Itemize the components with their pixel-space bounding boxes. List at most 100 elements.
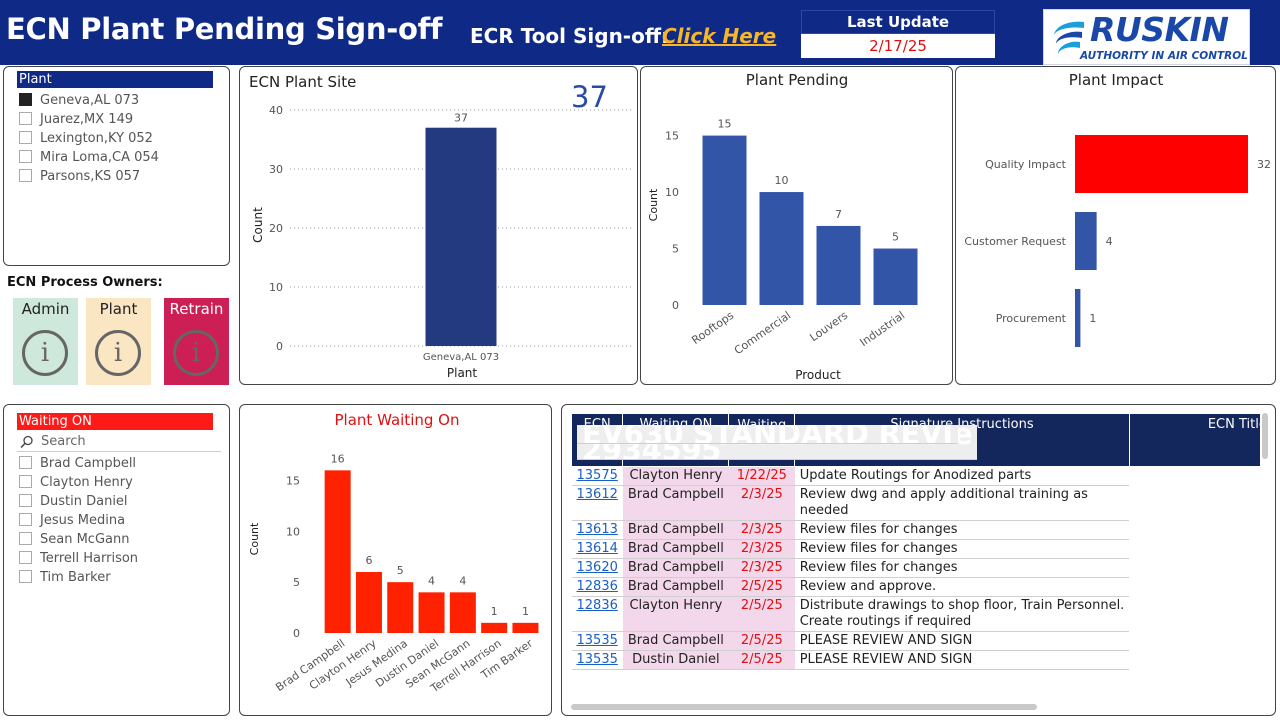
column-header[interactable]: ECN Title, D bbox=[1128, 413, 1260, 467]
waiting-slicer-item[interactable]: Clayton Henry bbox=[19, 473, 133, 492]
waiting-slicer-item[interactable]: Sean McGann bbox=[19, 530, 129, 549]
owner-button-retrain[interactable]: Retrain i bbox=[164, 298, 229, 385]
plant-pending-chart: Plant Pending 0 5 10 15 Count 15 Rooftops 10 Comm… bbox=[647, 71, 918, 382]
data-label: 15 bbox=[718, 118, 732, 131]
table-horizontal-scrollbar[interactable] bbox=[571, 704, 1037, 710]
y-tick-label: 40 bbox=[269, 104, 283, 117]
ecn-link[interactable]: 12836 bbox=[571, 596, 623, 632]
table-row[interactable]: 12836 Clayton Henry 2/5/25 Distribute drawi… bbox=[571, 425, 1261, 632]
bar[interactable] bbox=[759, 192, 804, 305]
search-icon bbox=[20, 435, 33, 449]
bar[interactable] bbox=[1075, 212, 1097, 270]
bar[interactable] bbox=[418, 592, 445, 633]
signature-instructions-cell: Review dwg and apply additional training… bbox=[794, 485, 1130, 521]
waiting-slicer-item[interactable]: Tim Barker bbox=[19, 568, 111, 587]
checkbox[interactable] bbox=[19, 551, 32, 564]
bar[interactable] bbox=[1075, 135, 1248, 193]
checkbox[interactable] bbox=[19, 93, 32, 106]
waiting-on-cell: Brad Campbell bbox=[622, 485, 729, 521]
last-update-label: Last Update bbox=[801, 10, 995, 34]
table-row[interactable]: 13620 Brad Campbell 2/3/25 Review files for… bbox=[571, 425, 1261, 578]
bar[interactable] bbox=[355, 572, 382, 633]
y-tick-label: Quality Impact bbox=[985, 158, 1067, 171]
plant-slicer-item[interactable]: Lexington,KY 052 bbox=[19, 129, 153, 148]
last-update-value: 2/17/25 bbox=[801, 34, 995, 58]
data-label: 6 bbox=[365, 554, 372, 567]
waiting-on-cell: Brad Campbell bbox=[622, 631, 729, 651]
ecn-link[interactable]: 13614 bbox=[571, 539, 623, 559]
waiting-slicer-item[interactable]: Jesus Medina bbox=[19, 511, 125, 530]
waiting-search-input[interactable]: Search bbox=[17, 434, 221, 452]
table-row[interactable]: 13612 Brad Campbell 2/3/25 Review dwg and a… bbox=[571, 425, 1261, 521]
logo-name: RUSKIN bbox=[1090, 10, 1229, 49]
bar[interactable] bbox=[816, 225, 861, 305]
bar[interactable] bbox=[387, 582, 414, 633]
ecn-link[interactable]: 12836 bbox=[571, 577, 623, 597]
plant-slicer-item[interactable]: Mira Loma,CA 054 bbox=[19, 148, 159, 167]
data-label: 7 bbox=[835, 208, 842, 221]
waiting-slicer-item-label: Clayton Henry bbox=[40, 475, 133, 490]
data-label: 32 bbox=[1257, 158, 1271, 171]
checkbox[interactable] bbox=[19, 494, 32, 507]
table-row[interactable]: 12836 Brad Campbell 2/5/25 Review and appro… bbox=[571, 425, 1261, 597]
owner-button-plant[interactable]: Plant i bbox=[86, 298, 151, 385]
bar[interactable] bbox=[449, 592, 476, 633]
table-row[interactable]: 13613 Brad Campbell 2/3/25 Review files for… bbox=[571, 425, 1261, 540]
waiting-slicer-item-label: Dustin Daniel bbox=[40, 494, 128, 509]
waiting-slicer-header: Waiting ON bbox=[17, 413, 213, 430]
checkbox[interactable] bbox=[19, 475, 32, 488]
ruskin-logo: RUSKIN AUTHORITY IN AIR CONTROL bbox=[1043, 9, 1250, 65]
waiting-since-cell: 2/5/25 bbox=[728, 577, 795, 597]
waiting-slicer-item-label: Tim Barker bbox=[40, 570, 111, 585]
data-label: 16 bbox=[331, 452, 345, 465]
ecn-link[interactable]: 13535 bbox=[571, 650, 623, 670]
table-row[interactable]: 13535 Dustin Daniel 2/5/25 PLEASE REVIEW AN… bbox=[571, 425, 1261, 670]
checkbox[interactable] bbox=[19, 532, 32, 545]
y-tick-label: 10 bbox=[269, 281, 283, 294]
ecn-link[interactable]: 13620 bbox=[571, 558, 623, 578]
plant-slicer-item[interactable]: Juarez,MX 149 bbox=[19, 110, 133, 129]
ecn-link[interactable]: 13612 bbox=[571, 485, 623, 521]
y-tick-label: 15 bbox=[286, 475, 300, 488]
bar[interactable] bbox=[1075, 289, 1081, 347]
owner-button-admin[interactable]: Admin i bbox=[13, 298, 78, 385]
data-label: 4 bbox=[428, 574, 435, 587]
bar[interactable] bbox=[512, 622, 539, 633]
ecn-link[interactable]: 13535 bbox=[571, 631, 623, 651]
table-row[interactable]: 13535 Brad Campbell 2/5/25 PLEASE REVIEW AN… bbox=[571, 425, 1261, 651]
header-bar: ECN Plant Pending Sign-off ECR Tool Sign… bbox=[0, 0, 1280, 65]
checkbox[interactable] bbox=[19, 131, 32, 144]
signature-instructions-cell: PLEASE REVIEW AND SIGN bbox=[794, 650, 1130, 670]
waiting-slicer-item[interactable]: Brad Campbell bbox=[19, 454, 136, 473]
last-update-card: Last Update 2/17/25 bbox=[801, 10, 995, 58]
checkbox[interactable] bbox=[19, 513, 32, 526]
waiting-slicer-item[interactable]: Dustin Daniel bbox=[19, 492, 128, 511]
info-icon: i bbox=[95, 330, 141, 376]
table-row[interactable]: 13575 Clayton Henry 1/22/25 Update Routings… bbox=[571, 425, 1261, 486]
signature-instructions-cell: Review files for changes bbox=[794, 558, 1130, 578]
ecr-signoff-link[interactable]: Click Here bbox=[662, 24, 776, 48]
checkbox[interactable] bbox=[19, 456, 32, 469]
ecn-link[interactable]: 13575 bbox=[571, 466, 623, 486]
table-row[interactable]: 13614 Brad Campbell 2/3/25 Review files for… bbox=[571, 425, 1261, 559]
table-vertical-scrollbar[interactable] bbox=[1262, 413, 1268, 459]
checkbox[interactable] bbox=[19, 169, 32, 182]
bar[interactable] bbox=[425, 127, 497, 346]
checkbox[interactable] bbox=[19, 150, 32, 163]
data-label: 5 bbox=[397, 564, 404, 577]
plant-slicer-item[interactable]: Parsons,KS 057 bbox=[19, 167, 140, 186]
plant-slicer-item[interactable]: Geneva,AL 073 bbox=[19, 91, 139, 110]
x-tick-label: Industrial bbox=[858, 309, 908, 349]
bar[interactable] bbox=[324, 470, 351, 633]
x-axis-label: Plant bbox=[447, 366, 478, 380]
checkbox[interactable] bbox=[19, 112, 32, 125]
chart-title: Plant Impact bbox=[1069, 71, 1164, 89]
waiting-since-cell: 1/22/25 bbox=[728, 466, 795, 486]
waiting-slicer-item[interactable]: Terrell Harrison bbox=[19, 549, 138, 568]
ecn-link[interactable]: 13613 bbox=[571, 520, 623, 540]
checkbox[interactable] bbox=[19, 570, 32, 583]
bar[interactable] bbox=[873, 248, 918, 305]
data-label: 1 bbox=[1089, 312, 1096, 325]
bar[interactable] bbox=[481, 622, 508, 633]
bar[interactable] bbox=[702, 135, 747, 305]
